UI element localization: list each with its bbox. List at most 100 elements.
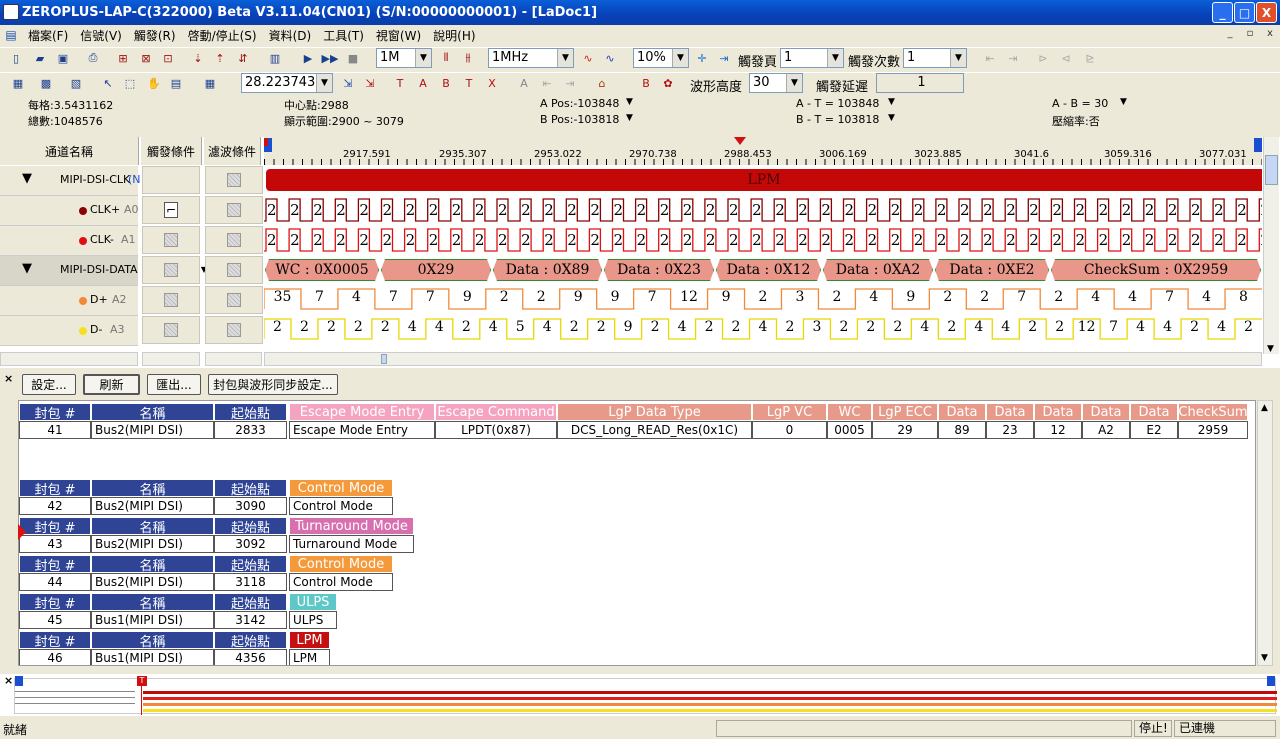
export-button[interactable]: 匯出... [147,374,201,395]
waveform-icon[interactable]: ∿ [578,48,598,68]
channel-hscroll[interactable] [0,352,138,366]
packet-number-cell[interactable]: 46 [19,649,91,665]
refresh-button[interactable]: 刷新 [83,374,140,395]
waveform-hscroll[interactable] [264,352,1262,366]
packet-number-cell[interactable]: 45 [19,611,91,629]
overview-trigger-marker[interactable]: T [137,676,147,686]
close-pane-icon[interactable]: × [4,372,13,385]
time-ruler[interactable]: 2917.591 2935.307 2953.022 2970.738 2988… [264,137,1262,165]
goto-b-icon[interactable]: ⇲ [360,73,380,93]
print-icon[interactable]: ⎙ [83,48,103,68]
menu-tools[interactable]: 工具(T) [317,27,370,44]
packet-number-cell[interactable]: 41 [19,421,91,439]
export-icon[interactable]: ▥ [265,48,285,68]
document-icon[interactable]: ▤ [0,28,22,42]
trigger-cell[interactable] [142,316,200,344]
field-value[interactable]: 89 [938,421,986,439]
chevron-down-icon[interactable]: ▼ [888,113,895,123]
wave-height-select[interactable]: 30 ▼ [749,73,803,93]
zoom-in-icon[interactable]: ✛ [692,48,712,68]
zoom-select[interactable]: 10% ▼ [633,48,689,68]
field-value[interactable]: 0 [752,421,827,439]
field-value[interactable]: E2 [1130,421,1178,439]
filter-cell[interactable] [205,286,263,314]
sync-settings-button[interactable]: 封包與波形同步設定... [208,374,338,395]
field-value[interactable]: 12 [1034,421,1082,439]
channel-row-clk-plus[interactable]: CLK+ A0 [0,196,139,226]
table-vscroll[interactable]: ▲ ▼ [1257,400,1273,666]
field-value[interactable]: Escape Mode Entry [289,421,435,439]
home-icon[interactable]: ⌂ [592,73,612,93]
filter-cell[interactable] [205,316,263,344]
waveform-area[interactable]: LPM 222222222222222222222222222222222222… [264,166,1262,348]
bus-icon[interactable]: B [636,73,656,93]
field-value[interactable]: 23 [986,421,1034,439]
chevron-down-icon[interactable]: ▼ [1261,653,1268,663]
packet-name-cell[interactable]: Bus1(MIPI DSI) [91,649,214,665]
panel-icon[interactable]: ▦ [8,73,28,93]
minimize-button[interactable]: _ [1212,2,1233,23]
trigger-cell[interactable] [142,166,200,194]
trigger-d-icon[interactable]: ⊡ [158,48,178,68]
goto-a-icon[interactable]: ⇲ [338,73,358,93]
sample-icon[interactable]: ⫴ [436,48,456,68]
select-icon[interactable]: ⬚ [120,73,140,93]
channel-row-clk-minus[interactable]: CLK- A1 [0,226,138,256]
settings-button[interactable]: 設定... [22,374,76,395]
menu-data[interactable]: 資料(D) [263,27,318,44]
overview-track[interactable]: T [14,676,1277,715]
field-value[interactable]: Control Mode [289,573,393,591]
chevron-up-icon[interactable]: ▲ [1261,403,1268,413]
cursor-b-marker[interactable] [264,138,268,146]
menu-signal[interactable]: 信號(V) [74,27,128,44]
chevron-down-icon[interactable]: ▼ [888,97,895,107]
bar-a-icon[interactable]: A [413,73,433,93]
cursor-b-icon[interactable]: ⇡ [210,48,230,68]
measure-icon[interactable]: ▤ [166,73,186,93]
cursor-end-marker[interactable] [1254,138,1262,152]
trigger-cell[interactable] [142,286,200,314]
packet-start-cell[interactable]: 3092 [214,535,287,553]
packet-name-cell[interactable]: Bus2(MIPI DSI) [91,535,214,553]
maximize-button[interactable]: □ [1234,2,1255,23]
run-repeat-icon[interactable]: ▶▶ [320,48,340,68]
field-value[interactable]: LPDT(0x87) [435,421,557,439]
decode-icon[interactable]: ✿ [658,73,678,93]
expand-triangle-icon[interactable]: ▼ [22,171,32,186]
bar-icon[interactable]: T [390,73,410,93]
channel-row-data-bus[interactable]: ▼ MIPI-DSI-DATA [0,256,138,286]
pointer-icon[interactable]: ↖ [98,73,118,93]
chevron-down-icon[interactable]: ▼ [1267,344,1274,354]
mdi-minimize-button[interactable]: _ [1222,27,1238,42]
run-icon[interactable]: ▶ [298,48,318,68]
menu-run-stop[interactable]: 啓動/停止(S) [182,27,263,44]
menu-window[interactable]: 視窗(W) [370,27,427,44]
overview-cursor-end[interactable] [1267,676,1275,686]
filter-cell[interactable]: ▼ [205,256,270,284]
field-value[interactable]: Turnaround Mode [289,535,414,553]
field-value[interactable]: LPM [289,649,330,665]
close-button[interactable]: X [1256,2,1277,23]
chevron-down-icon[interactable]: ▼ [1120,97,1127,107]
open-folder-icon[interactable]: ▰ [30,48,50,68]
mdi-close-button[interactable]: x [1262,27,1278,42]
menu-trigger[interactable]: 觸發(R) [128,27,182,44]
field-value[interactable]: A2 [1082,421,1130,439]
bar-t-icon[interactable]: T [459,73,479,93]
menu-file[interactable]: 檔案(F) [22,27,74,44]
field-value[interactable]: Control Mode [289,497,393,515]
channel-icon[interactable]: ▧ [66,73,86,93]
stop-icon[interactable]: ■ [343,48,363,68]
trigger-icon[interactable]: ⊞ [113,48,133,68]
save-icon[interactable]: ▣ [53,48,73,68]
overview-cursor-a[interactable] [15,676,23,686]
bar-b-icon[interactable]: B [436,73,456,93]
filter-hscroll[interactable] [205,352,262,366]
overview-panel[interactable]: × T [0,674,1280,716]
packet-name-cell[interactable]: Bus1(MIPI DSI) [91,611,214,629]
packet-number-cell[interactable]: 43 [19,535,91,553]
packet-start-cell[interactable]: 3090 [214,497,287,515]
trigger-cell[interactable]: ▼ [142,256,207,284]
scale-input[interactable]: 28.2237439 ▼ [241,73,333,93]
trigger-page-select[interactable]: 1 ▼ [780,48,844,68]
